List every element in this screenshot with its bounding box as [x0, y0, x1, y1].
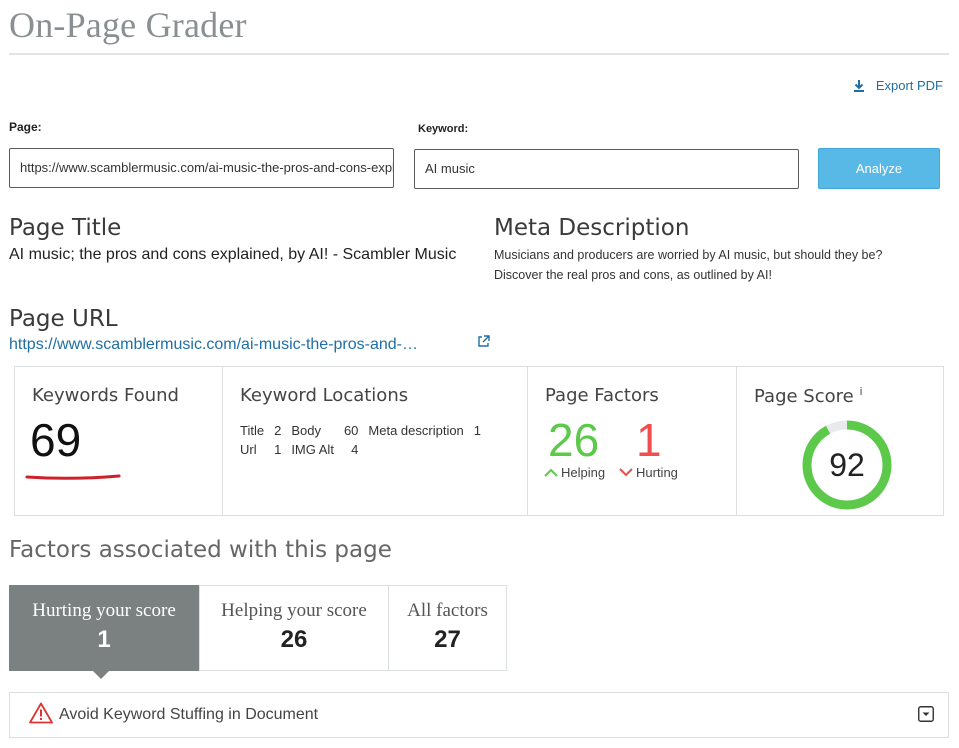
location-value: 2	[274, 423, 282, 438]
meta-description-text: Musicians and producers are worried by A…	[494, 248, 883, 282]
factors-heading: Factors associated with this page	[9, 537, 392, 563]
active-tab-pointer	[92, 670, 110, 679]
tab-count: 26	[280, 626, 308, 653]
keyword-locations-label: Keyword Locations	[240, 385, 409, 406]
tab-label: Hurting your score	[32, 600, 176, 621]
page-title-text: AI music; the pros and cons explained, b…	[9, 246, 457, 263]
hurting-indicator: Hurting	[619, 465, 678, 480]
location-value: 60	[343, 423, 359, 438]
page-factors-label: Page Factors	[545, 385, 659, 406]
tab-all-factors[interactable]: All factors 27	[388, 585, 507, 671]
helping-count: 26	[548, 414, 600, 466]
analyze-button[interactable]: Analyze	[818, 148, 940, 189]
tab-helping[interactable]: Helping your score 26	[199, 585, 389, 671]
meta-description-heading: Meta Description	[494, 215, 690, 241]
export-pdf-button[interactable]: Export PDF	[852, 78, 943, 93]
page-score-card: Page Score i 92	[737, 367, 943, 515]
location-name: IMG Alt	[291, 442, 334, 457]
helping-label: Helping	[561, 465, 606, 480]
location-value: 1	[274, 442, 282, 457]
location-name: Title	[240, 423, 265, 438]
location-name: Body	[291, 423, 321, 438]
hurting-count: 1	[636, 414, 662, 466]
page-url-heading: Page URL	[9, 306, 118, 332]
tab-label: All factors	[407, 600, 488, 621]
page-title: On-Page Grader	[9, 5, 247, 45]
keywords-found-card: Keywords Found 69	[15, 367, 223, 515]
chevron-down-icon	[619, 465, 633, 480]
keyword-input[interactable]: AI music	[414, 149, 799, 189]
tab-count: 27	[434, 626, 461, 653]
issue-row[interactable]: Avoid Keyword Stuffing in Document	[9, 692, 949, 738]
chevron-up-icon	[544, 465, 558, 480]
page-score-label: Page Score i	[754, 385, 863, 407]
external-link-icon[interactable]	[477, 335, 490, 353]
info-icon[interactable]: i	[859, 385, 862, 398]
stats-panel: Keywords Found 69 Keyword Locations Titl…	[14, 366, 944, 516]
keywords-found-label: Keywords Found	[32, 385, 179, 406]
page-factors-card: Page Factors 26 1 Helping Hurting	[528, 367, 737, 515]
red-underline-mark	[25, 474, 121, 480]
keyword-locations-card: Keyword Locations Title 2 Body 60 Meta d…	[223, 367, 528, 515]
location-name: Meta description	[368, 423, 464, 438]
page-url-link[interactable]: https://www.scamblermusic.com/ai-music-t…	[9, 336, 418, 354]
page-url-input[interactable]: https://www.scamblermusic.com/ai-music-t…	[9, 148, 394, 188]
location-value: 1	[473, 423, 482, 438]
page-label: Page:	[9, 120, 42, 134]
helping-indicator: Helping	[544, 465, 605, 480]
score-value: 92	[829, 447, 865, 483]
keyword-locations-grid: Title 2 Body 60 Meta description 1 Url 1…	[240, 423, 481, 457]
location-value: 4	[351, 442, 359, 457]
tab-label: Helping your score	[221, 600, 367, 621]
issue-label: Avoid Keyword Stuffing in Document	[59, 706, 319, 723]
keyword-label: Keyword:	[418, 123, 469, 135]
title-divider	[9, 53, 949, 55]
location-name: Url	[240, 442, 257, 457]
warning-icon	[29, 702, 53, 729]
page-title-heading: Page Title	[9, 215, 122, 241]
expand-toggle-icon[interactable]	[918, 706, 934, 727]
keywords-found-value: 69	[30, 414, 82, 466]
download-icon	[852, 79, 866, 93]
tab-hurting[interactable]: Hurting your score 1	[9, 585, 199, 671]
tab-count: 1	[97, 626, 111, 653]
hurting-label: Hurting	[636, 465, 678, 480]
export-pdf-label: Export PDF	[875, 78, 943, 93]
score-gauge: 92	[802, 420, 892, 510]
